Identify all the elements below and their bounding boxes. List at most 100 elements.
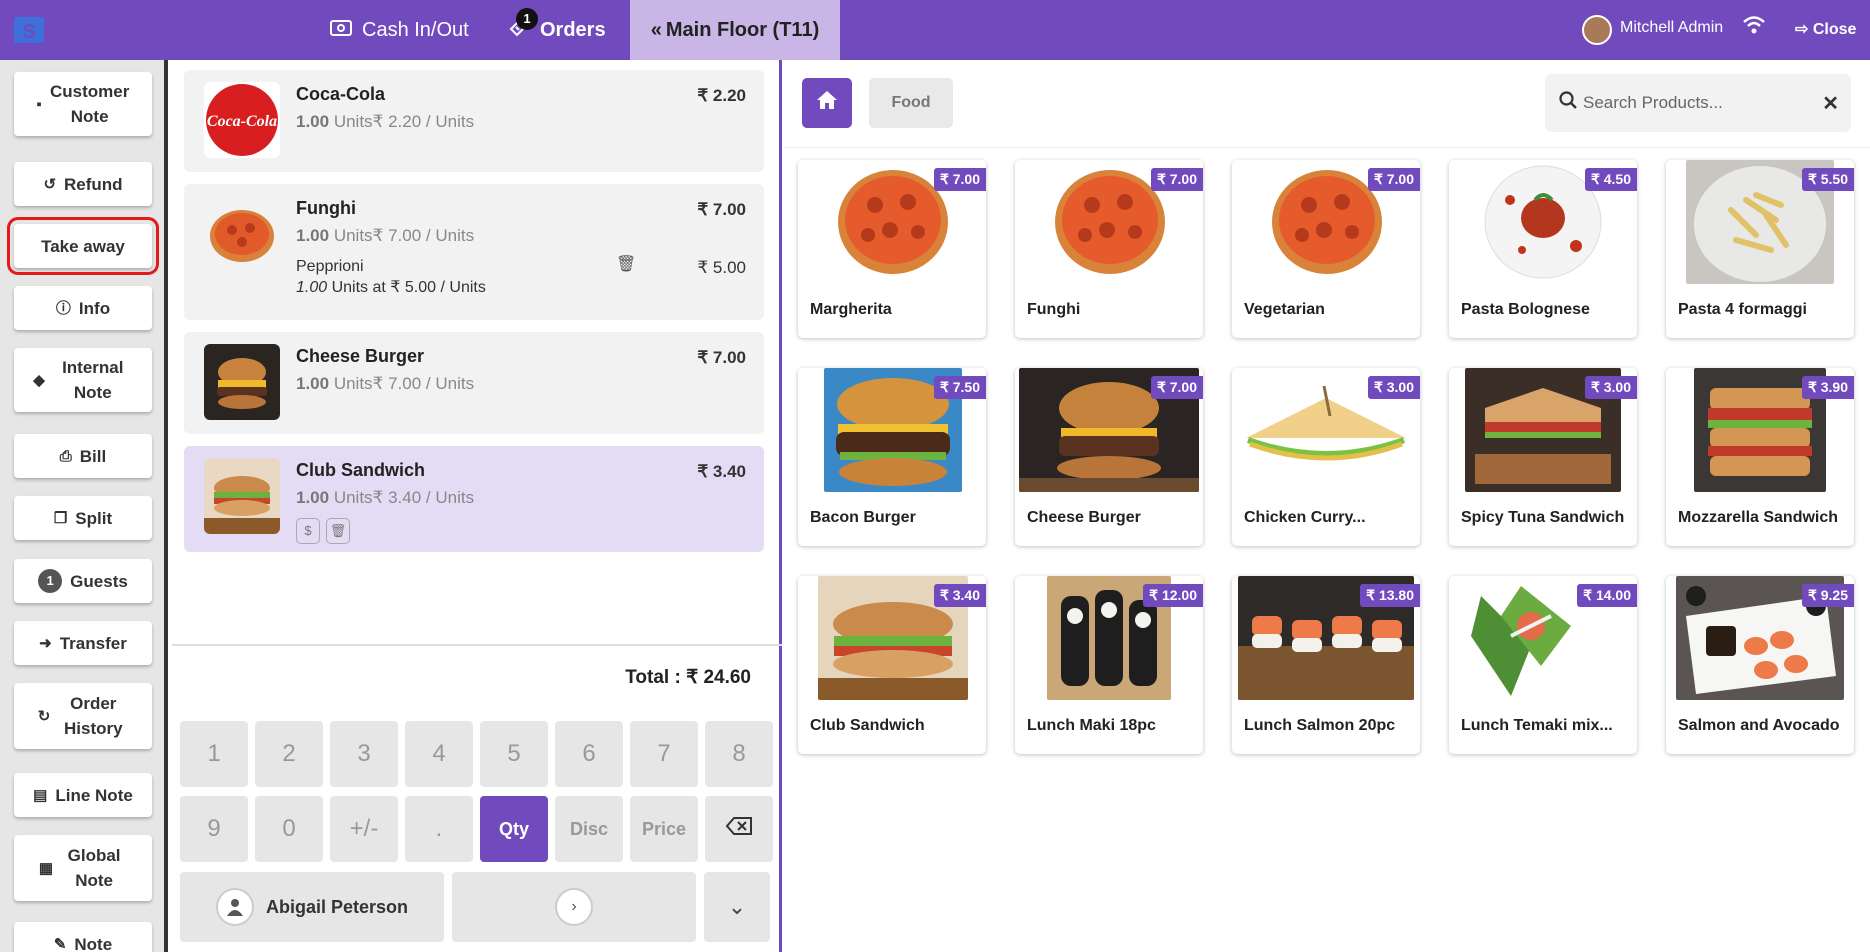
backspace-icon [725,815,753,843]
customer-note-button[interactable]: ▪ Customer Note [14,72,152,136]
product-price-tag: ₹ 7.00 [933,168,986,191]
product-card[interactable]: ₹ 7.50 Bacon Burger [798,368,986,546]
numpad-key-3[interactable]: 3 [330,721,398,787]
edit-icon: ✎ [53,935,67,952]
floor-button[interactable]: « Main Floor (T11) [630,0,840,60]
line-qty-value: 1.00 [296,112,330,131]
numpad-key-4[interactable]: 4 [405,721,473,787]
trash-icon[interactable]: 🗑 [616,254,636,274]
product-card[interactable]: ₹ 14.00 Lunch Temaki mix... [1449,576,1637,754]
numpad-key-6[interactable]: 6 [555,721,623,787]
note-label: Note [74,934,113,952]
numpad-key-5[interactable]: 5 [480,721,548,787]
numpad-key-8[interactable]: 8 [705,721,773,787]
product-card[interactable]: ₹ 12.00 Lunch Maki 18pc [1015,576,1203,754]
product-card[interactable]: ₹ 3.00 Chicken Curry... [1232,368,1420,546]
numpad-key-0[interactable]: 0 [255,796,323,862]
category-bar: Food ✕ [785,60,1870,148]
svg-text:S: S [22,21,35,43]
product-name: Pasta 4 formaggi [1678,301,1807,318]
close-button[interactable]: ⇨ Close [1795,19,1856,39]
numpad-qty-button[interactable]: Qty [480,796,548,862]
line-price: ₹ 7.00 [697,348,746,367]
orders-count-badge: 1 [516,8,538,30]
line-product-name: Cheese Burger [296,346,425,366]
cash-in-out-button[interactable]: Cash In/Out [330,0,469,60]
product-name: Bacon Burger [810,509,916,526]
numpad-disc-button[interactable]: Disc [555,796,623,862]
info-button[interactable]: ⓘ Info [14,286,152,330]
order-history-label: Order History [63,694,123,738]
product-price-tag: ₹ 7.00 [1367,168,1420,191]
order-line-selected[interactable]: Club Sandwich 1.00 Units₹ 3.40 / Units ₹… [184,446,764,552]
file-text-icon: ▦ [38,859,54,877]
odoo-logo-icon[interactable]: S [12,13,46,47]
line-product-name: Club Sandwich [296,460,426,480]
product-name: Vegetarian [1244,301,1325,318]
product-name: Salmon and Avocado [1678,717,1840,734]
product-card[interactable]: ₹ 7.00 Cheese Burger [1015,368,1203,546]
backspace-button[interactable] [705,796,773,862]
numpad-key-2[interactable]: 2 [255,721,323,787]
coca-cola-image: Coca-Cola [204,82,280,158]
product-card[interactable]: ₹ 7.00 Margherita [798,160,986,338]
transfer-button[interactable]: ➜ Transfer [14,621,152,665]
user-icon [215,888,254,926]
product-card[interactable]: ₹ 5.50 Pasta 4 formaggi [1666,160,1854,338]
topping-description: Units at ₹ 5.00 / Units [331,279,486,296]
numpad-price-button[interactable]: Price [630,796,698,862]
product-price-tag: ₹ 3.40 [933,584,986,607]
guests-button[interactable]: 1 Guests [14,559,152,603]
product-card[interactable]: ₹ 7.00 Funghi [1015,160,1203,338]
product-card[interactable]: ₹ 9.25 Salmon and Avocado [1666,576,1854,754]
product-card[interactable]: ₹ 13.80 Lunch Salmon 20pc [1232,576,1420,754]
line-qty-value: 1.00 [296,374,330,393]
global-note-button[interactable]: ▦ Global Note [14,835,152,901]
product-card[interactable]: ₹ 3.40 Club Sandwich [798,576,986,754]
bill-button[interactable]: ⎙ Bill [14,434,152,478]
category-food-button[interactable]: Food [869,78,953,128]
guests-label: Guests [70,571,128,591]
info-label: Info [78,298,111,318]
user-name[interactable]: Mitchell Admin [1620,19,1723,37]
numpad-key-plus-minus[interactable]: +/- [330,796,398,862]
refund-button[interactable]: ↺ Refund [14,162,152,206]
product-name: Cheese Burger [1027,509,1141,526]
line-unit-price: Units₹ 3.40 / Units [333,488,475,507]
numpad-key-7[interactable]: 7 [630,721,698,787]
product-price-tag: ₹ 7.00 [1150,376,1203,399]
product-card[interactable]: ₹ 7.00 Vegetarian [1232,160,1420,338]
payment-button[interactable]: › [452,872,696,942]
order-line[interactable]: Coca-Cola Coca-Cola 1.00 Units₹ 2.20 / U… [184,70,764,172]
take-away-button[interactable]: Take away [7,217,159,275]
product-card[interactable]: ₹ 3.00 Spicy Tuna Sandwich [1449,368,1637,546]
numpad-key-1[interactable]: 1 [180,721,248,787]
clear-search-icon[interactable]: ✕ [1822,91,1839,116]
note-button[interactable]: ✎ Note [14,922,152,952]
line-quantity: 1.00 Units₹ 3.40 / Units [296,488,474,508]
home-category-button[interactable] [802,78,852,128]
line-qty-value: 1.00 [296,488,330,507]
numpad-key-9[interactable]: 9 [180,796,248,862]
trash-icon[interactable]: 🗑 [326,518,350,544]
topping-qty-value: 1.00 [296,279,328,296]
order-line[interactable]: Cheese Burger 1.00 Units₹ 7.00 / Units ₹… [184,332,764,434]
split-button[interactable]: ❐ Split [14,496,152,540]
svg-text:Coca-Cola: Coca-Cola [207,113,277,130]
product-price-tag: ₹ 3.00 [1367,376,1420,399]
product-card[interactable]: ₹ 3.90 Mozzarella Sandwich [1666,368,1854,546]
internal-note-button[interactable]: ◆ Internal Note [14,348,152,412]
customer-button[interactable]: Abigail Peterson [180,872,444,942]
wifi-icon [1742,15,1766,41]
product-name: Pasta Bolognese [1461,301,1590,318]
numpad-key-decimal[interactable]: . [405,796,473,862]
search-input[interactable] [1583,88,1803,118]
order-history-button[interactable]: ↻ Order History [14,683,152,749]
line-note-button[interactable]: ▤ Line Note [14,773,152,817]
product-price-tag: ₹ 14.00 [1577,584,1637,607]
dollar-icon[interactable]: $ [296,518,320,544]
more-button[interactable]: ⌄ [704,872,770,942]
product-card[interactable]: ₹ 4.50 Pasta Bolognese [1449,160,1637,338]
avatar[interactable] [1582,15,1612,45]
order-line[interactable]: Funghi 1.00 Units₹ 7.00 / Units ₹ 7.00 P… [184,184,764,320]
